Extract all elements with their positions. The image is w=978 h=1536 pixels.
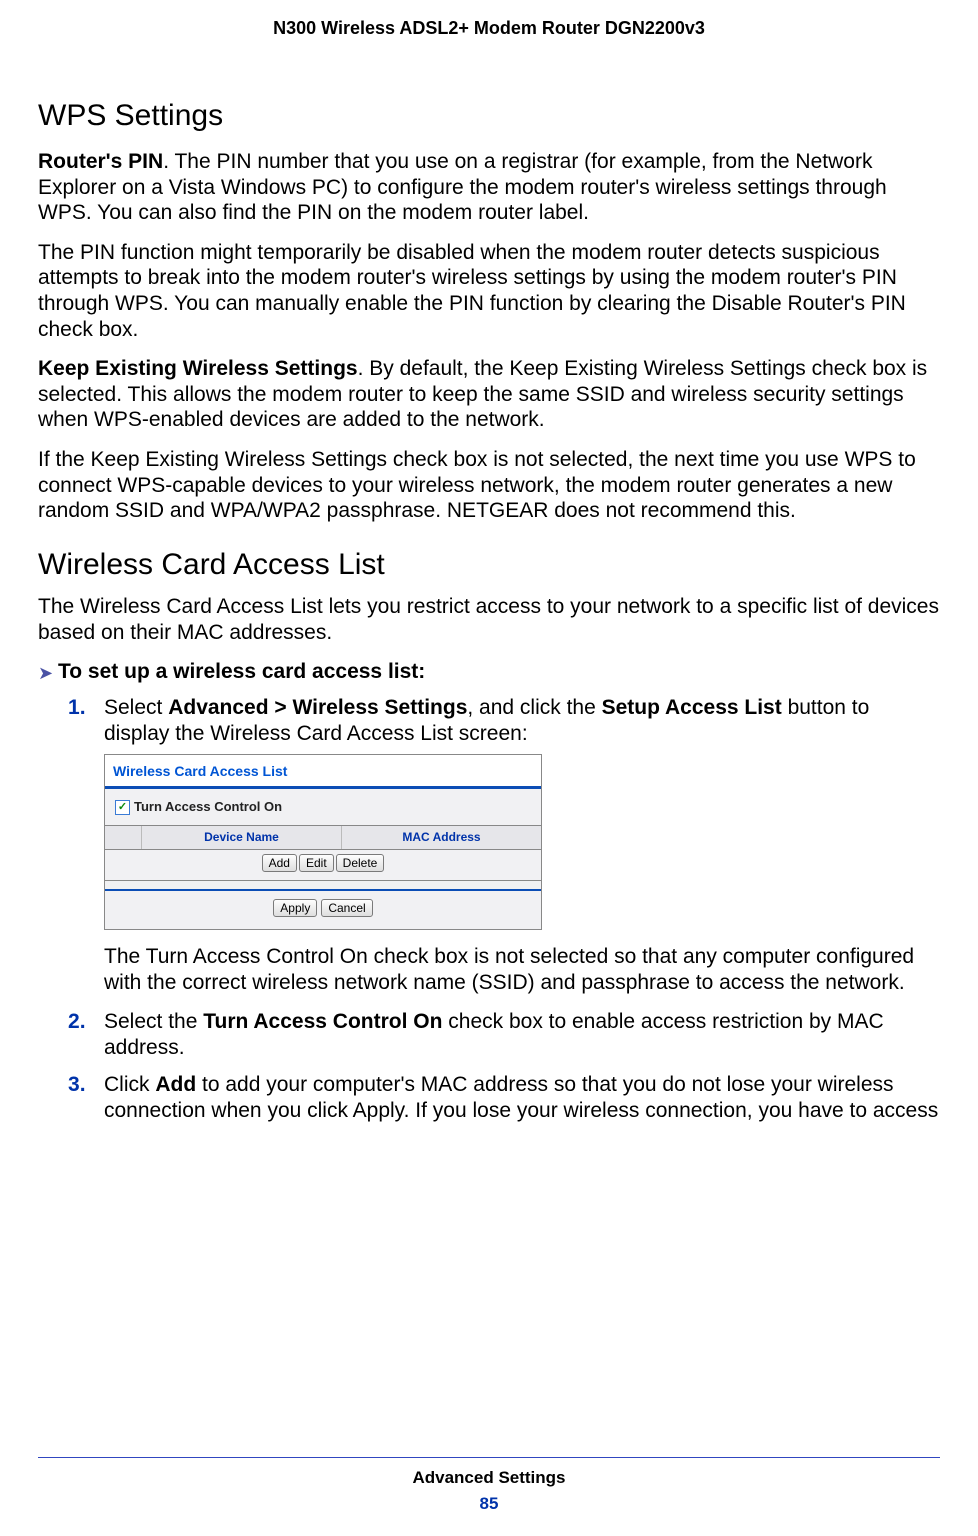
- footer-section-title: Advanced Settings: [0, 1468, 978, 1488]
- acl-col-spacer: [105, 826, 141, 849]
- step-2-checkbox-name: Turn Access Control On: [203, 1010, 442, 1033]
- acl-turn-access-control-row: ✓ Turn Access Control On: [115, 797, 531, 821]
- acl-footer-buttons: Apply Cancel: [115, 891, 531, 919]
- paragraph-wcal-intro: The Wireless Card Access List lets you r…: [38, 594, 940, 645]
- heading-wps-settings: WPS Settings: [38, 99, 940, 133]
- term-router-pin: Router's PIN: [38, 150, 163, 173]
- acl-cancel-button[interactable]: Cancel: [321, 899, 372, 917]
- step-1-path: Advanced > Wireless Settings: [168, 696, 467, 719]
- procedure-steps: Select Advanced > Wireless Settings, and…: [68, 695, 940, 1123]
- step-1-text-a: Select: [104, 696, 168, 719]
- paragraph-keep-existing: Keep Existing Wireless Settings. By defa…: [38, 356, 940, 433]
- acl-table-header: Device Name MAC Address: [105, 825, 541, 850]
- text-router-pin-desc: . The PIN number that you use on a regis…: [38, 150, 887, 224]
- footer-rule: [38, 1457, 940, 1458]
- term-keep-existing: Keep Existing Wireless Settings: [38, 357, 358, 380]
- paragraph-router-pin: Router's PIN. The PIN number that you us…: [38, 149, 940, 226]
- acl-turn-access-control-label: Turn Access Control On: [134, 799, 282, 815]
- footer-page-number: 85: [0, 1494, 978, 1514]
- acl-dialog-body: ✓ Turn Access Control On Device Name MAC…: [105, 789, 541, 928]
- step-2-text-a: Select the: [104, 1010, 203, 1033]
- acl-col-mac-address: MAC Address: [341, 826, 541, 849]
- procedure-title: To set up a wireless card access list:: [58, 659, 425, 685]
- step-2: Select the Turn Access Control On check …: [68, 1009, 940, 1060]
- acl-dialog-title: Wireless Card Access List: [105, 755, 541, 789]
- acl-turn-access-control-checkbox[interactable]: ✓: [115, 800, 130, 815]
- acl-add-button[interactable]: Add: [262, 854, 297, 872]
- heading-wireless-card-access-list: Wireless Card Access List: [38, 548, 940, 582]
- step-1-result-text: The Turn Access Control On check box is …: [104, 944, 940, 995]
- acl-edit-button[interactable]: Edit: [299, 854, 334, 872]
- procedure-lead: ➤ To set up a wireless card access list:: [38, 659, 940, 685]
- step-3: Click Add to add your computer's MAC add…: [68, 1072, 940, 1123]
- doc-header-title: N300 Wireless ADSL2+ Modem Router DGN220…: [0, 0, 978, 39]
- content-area: WPS Settings Router's PIN. The PIN numbe…: [0, 39, 978, 1124]
- step-3-text-a: Click: [104, 1073, 155, 1096]
- step-3-text-c: to add your computer's MAC address so th…: [104, 1073, 938, 1122]
- page-footer: Advanced Settings 85: [0, 1457, 978, 1514]
- acl-col-device-name: Device Name: [141, 826, 341, 849]
- acl-row-buttons: Add Edit Delete: [105, 850, 541, 881]
- procedure-arrow-icon: ➤: [38, 659, 58, 685]
- paragraph-pin-disabled: The PIN function might temporarily be di…: [38, 240, 940, 342]
- step-1: Select Advanced > Wireless Settings, and…: [68, 695, 940, 995]
- step-3-button-name: Add: [155, 1073, 196, 1096]
- paragraph-keep-existing-warning: If the Keep Existing Wireless Settings c…: [38, 447, 940, 524]
- step-1-button-name: Setup Access List: [602, 696, 782, 719]
- acl-apply-button[interactable]: Apply: [273, 899, 317, 917]
- step-1-text-c: , and click the: [467, 696, 601, 719]
- acl-delete-button[interactable]: Delete: [336, 854, 385, 872]
- figure-access-list-dialog: Wireless Card Access List ✓ Turn Access …: [104, 754, 542, 930]
